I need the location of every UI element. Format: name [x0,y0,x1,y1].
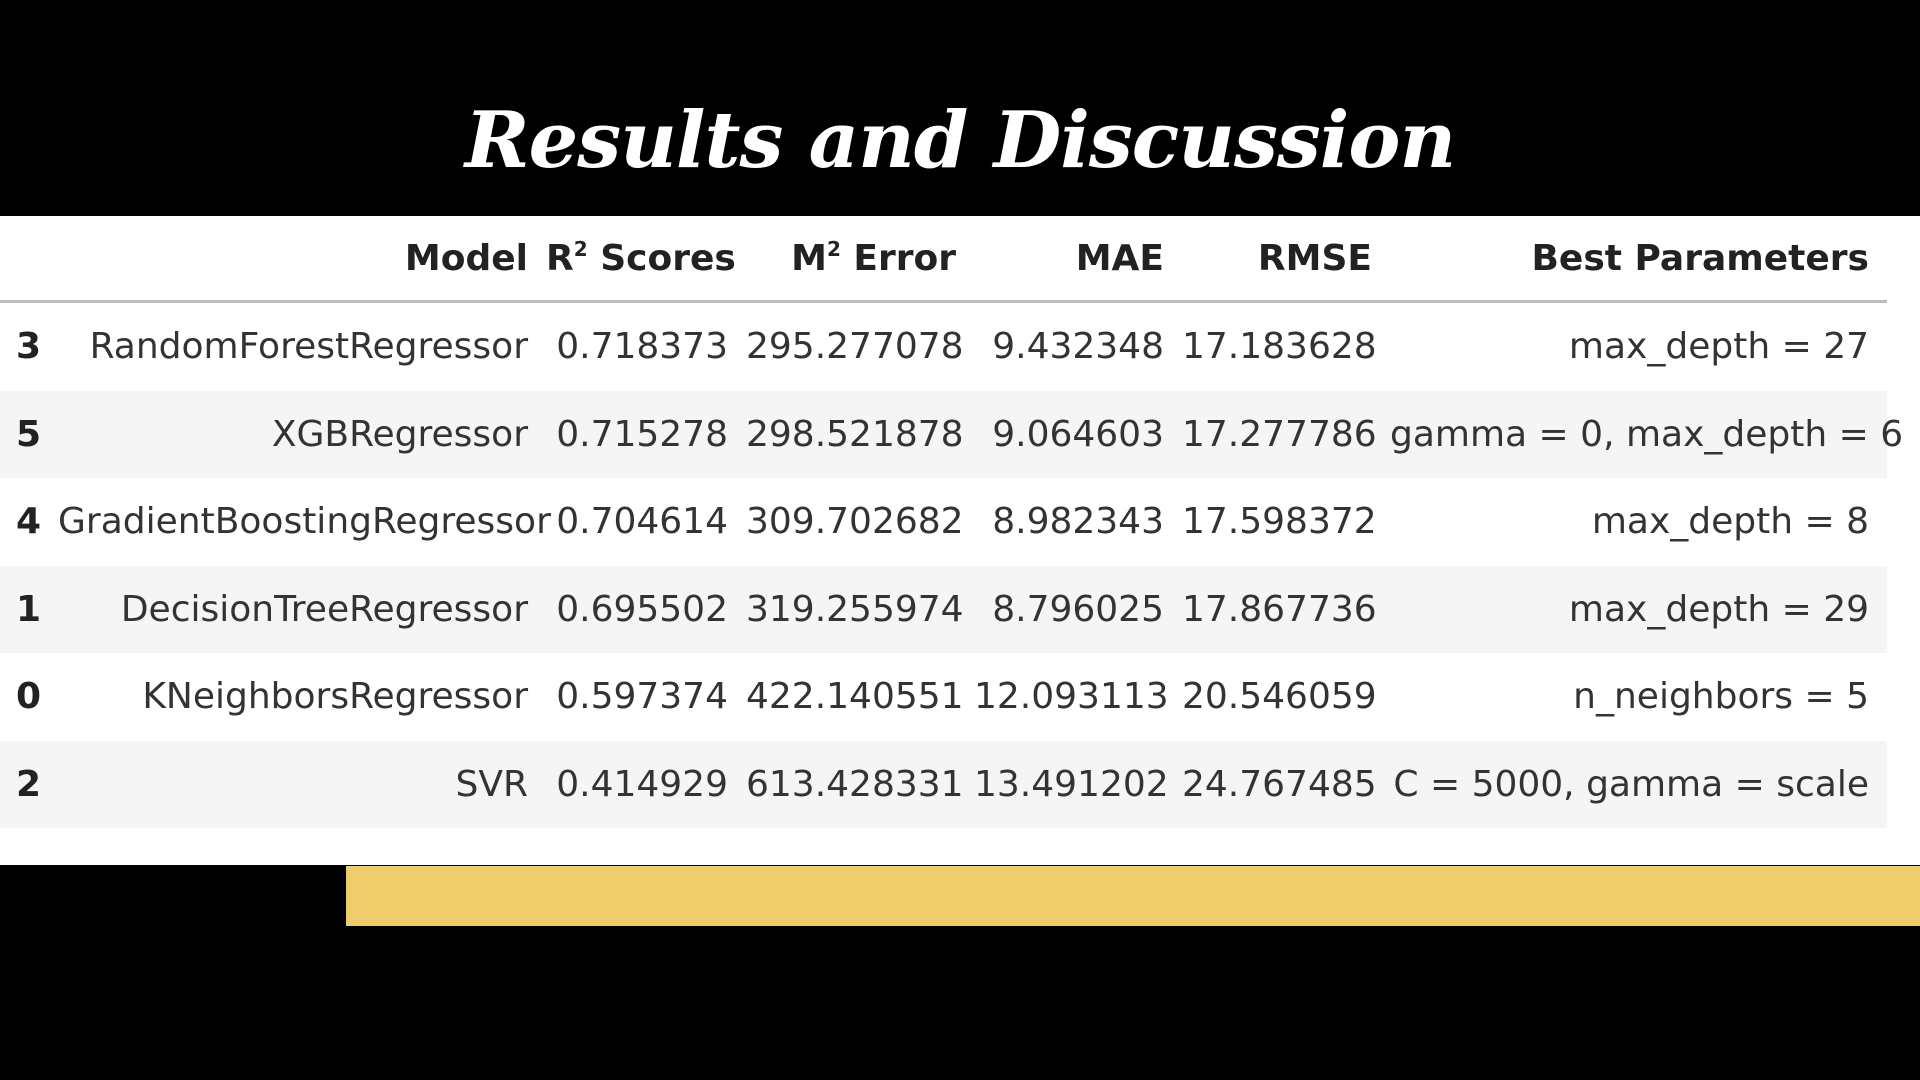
table-row: 1 DecisionTreeRegressor 0.695502 319.255… [0,565,1887,653]
header-m2-rest: Error [840,237,956,279]
cell-mse: 613.428331 [746,740,974,828]
cell-r2: 0.704614 [556,501,728,543]
cell-params: max_depth = 27 [1568,326,1869,368]
cell-r2: 0.414929 [546,740,746,828]
cell-mae: 9.432348 [992,326,1164,368]
cell-mse: 319.255974 [746,565,974,653]
cell-mae: 8.796025 [974,565,1182,653]
table-header-row: Model R2 Scores M2 Error MAE RMSE Best P… [0,216,1887,303]
table-row: 5 XGBRegressor 0.715278 298.521878 9.064… [0,390,1903,478]
cell-params: n_neighbors = 5 [1573,676,1869,718]
header-m2-base: M [791,237,827,279]
cell-index: 0 [16,676,42,718]
header-model: Model [58,216,546,303]
table-row: 3 RandomForestRegressor 0.718373 295.277… [0,302,1887,391]
cell-mae: 8.982343 [992,501,1164,543]
header-rmse: RMSE [1182,216,1390,303]
cell-r2: 0.695502 [546,565,746,653]
cell-model: DecisionTreeRegressor [58,565,546,653]
results-table: Model R2 Scores M2 Error MAE RMSE Best P… [0,216,1903,828]
cell-rmse: 20.546059 [1182,676,1377,718]
cell-model: XGBRegressor [58,390,546,478]
results-table-panel: Model R2 Scores M2 Error MAE RMSE Best P… [0,216,1920,865]
cell-rmse: 17.183628 [1182,326,1377,368]
cell-index: 4 [16,501,42,543]
cell-index: 3 [16,326,42,368]
cell-rmse: 24.767485 [1182,740,1390,828]
cell-model: KNeighborsRegressor [142,676,528,718]
header-index [0,216,58,303]
cell-index: 5 [0,390,58,478]
cell-params: max_depth = 8 [1591,501,1869,543]
header-r2-scores: R2 Scores [546,216,746,303]
header-r2-superscript: 2 [573,236,588,261]
cell-model: GradientBoostingRegressor [58,501,551,543]
cell-model: SVR [58,740,546,828]
cell-r2: 0.715278 [546,390,746,478]
page-title: Results and Discussion [464,95,1456,186]
cell-mse: 309.702682 [746,501,964,543]
cell-mae: 12.093113 [974,676,1169,718]
cell-mae: 13.491202 [974,740,1182,828]
cell-rmse: 17.598372 [1182,501,1377,543]
table-row: 0 KNeighborsRegressor 0.597374 422.14055… [0,653,1887,741]
cell-mse: 298.521878 [746,390,974,478]
cell-mae: 9.064603 [974,390,1182,478]
header-r2-base: R [546,237,574,279]
header-m2-error: M2 Error [746,216,974,303]
cell-r2: 0.597374 [556,676,728,718]
header-best-parameters: Best Parameters [1390,216,1887,303]
cell-index: 2 [0,740,58,828]
cell-rmse: 17.867736 [1182,565,1390,653]
cell-params: max_depth = 29 [1390,565,1887,653]
table-row: 4 GradientBoostingRegressor 0.704614 309… [0,478,1887,566]
cell-mse: 422.140551 [746,676,964,718]
table-row: 2 SVR 0.414929 613.428331 13.491202 24.7… [0,740,1887,828]
header-r2-rest: Scores [587,237,736,279]
cell-params: gamma = 0, max_depth = 6 [1390,390,1903,478]
cell-mse: 295.277078 [746,326,964,368]
accent-bar [346,866,1920,926]
slide: Results and Discussion Model R2 Scores M… [0,0,1920,1080]
cell-params: C = 5000, gamma = scale [1390,740,1887,828]
header-mae: MAE [974,216,1182,303]
cell-r2: 0.718373 [556,326,728,368]
cell-index: 1 [0,565,58,653]
cell-model: RandomForestRegressor [89,326,528,368]
header-m2-superscript: 2 [826,236,841,261]
cell-rmse: 17.277786 [1182,390,1390,478]
